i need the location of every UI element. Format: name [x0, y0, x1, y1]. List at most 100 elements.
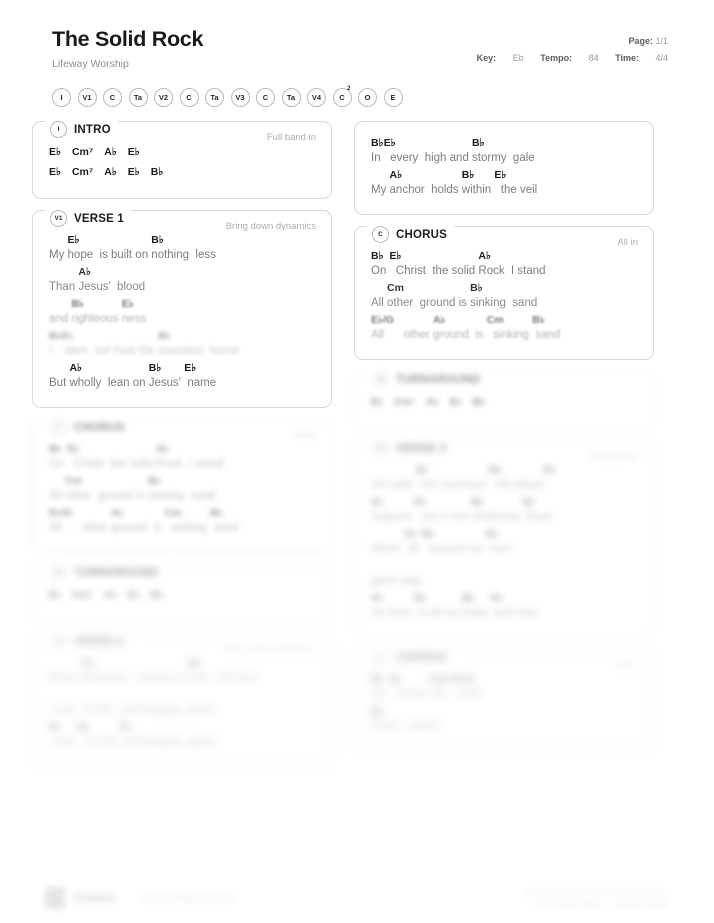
- chord: E♭: [49, 145, 61, 158]
- chord: [49, 656, 82, 670]
- chord: A♭: [371, 591, 384, 604]
- section-legend: Ta TURNAROUND: [45, 562, 166, 583]
- lyric: not trust the: [90, 344, 159, 357]
- arrangement-pill-i[interactable]: I: [52, 87, 71, 107]
- chord-lyric-pair: B♭ hope: [462, 591, 491, 621]
- chord-lyric-pair: other: [72, 506, 111, 536]
- chord: B♭: [150, 588, 164, 601]
- section-badge: V3: [372, 440, 389, 458]
- chord: E♭/G: [371, 313, 395, 326]
- arrangement-pill-v2[interactable]: V2: [154, 87, 173, 107]
- chord: A♭: [478, 249, 491, 262]
- chord-lyric-pair: not trust the: [91, 329, 158, 359]
- lyric: ground: [111, 521, 151, 534]
- chord-lyric-line: When A♭ all B♭ around my E♭ soul: [371, 527, 637, 557]
- lyric: on His: [77, 735, 120, 748]
- section-chorus-left: C CHORUS All in B♭ On E♭ Christ the solid…: [32, 417, 332, 553]
- chord-lyric-pair: All: [49, 474, 65, 504]
- chord-lyric-pair: E♭ soul: [486, 527, 510, 557]
- lyric: darkness: [82, 671, 133, 684]
- footer-url[interactable]: www.worshipcharts.com: [142, 893, 233, 903]
- chord: [429, 249, 478, 263]
- lyric: Jesus': [78, 280, 114, 293]
- chord-lyric-pair: E♭: [128, 587, 140, 604]
- chord: [107, 442, 156, 456]
- arrangement-pill-ta[interactable]: Ta: [281, 87, 301, 107]
- chord: Cm: [486, 313, 504, 326]
- chord-lyric-pair: gale: [510, 136, 535, 166]
- lyric: around my: [422, 542, 487, 555]
- chord-lyric-line: B♭ On E♭ Christ Cm⁷ the E♭/G solid: [371, 672, 637, 702]
- section-body: Bring down dynamics When E♭ darkness seem…: [32, 632, 332, 767]
- section-title: CHORUS: [396, 228, 448, 241]
- chord-lyric-pair: is built on: [96, 233, 151, 263]
- chord: [49, 265, 78, 279]
- arrangement-pill-v3[interactable]: V3: [230, 87, 250, 107]
- chord: [105, 361, 149, 375]
- music-meta: Key: Eb Tempo: 84 Time: 4/4: [463, 50, 668, 67]
- section-note: All in: [617, 236, 638, 248]
- chord-lyric-pair: E♭ flood: [523, 495, 551, 525]
- chord: E♭: [494, 168, 507, 181]
- chord: E♭: [414, 495, 427, 508]
- arrangement-pill-v1[interactable]: V1: [77, 87, 97, 107]
- chord-lyric-line: E♭ Cm⁷ A♭ E♭ B♭: [49, 587, 315, 605]
- chord: A♭: [156, 442, 169, 455]
- arrangement-pill-e[interactable]: E: [383, 87, 403, 107]
- lyric: ground is: [94, 489, 149, 502]
- lyric: His oath: [371, 478, 417, 491]
- chord: [114, 265, 145, 279]
- arrangement-pill-c[interactable]: C: [179, 87, 199, 107]
- section-note: Full band in: [266, 131, 316, 143]
- section-badge: Ta: [372, 371, 389, 389]
- chord: E♭: [371, 395, 383, 408]
- chord-lyric-pair: When: [49, 656, 82, 686]
- chord: [49, 297, 71, 311]
- arrangement-pill-ta[interactable]: Ta: [128, 87, 148, 107]
- lyric: stormy: [472, 151, 510, 164]
- section-legend: C CHORUS: [45, 417, 133, 438]
- page-value: 1/1: [655, 36, 668, 46]
- lyric: soul: [486, 542, 511, 555]
- lyric: holds: [427, 183, 462, 196]
- chord: [371, 281, 387, 295]
- chord-lyric-pair: A♭ wholly: [69, 361, 104, 391]
- lyric: sinking: [164, 521, 211, 534]
- lyric: ground is: [416, 296, 471, 309]
- chord-lyric-pair: gives way: [371, 559, 422, 589]
- arrangement-pill-c[interactable]: C: [256, 87, 275, 107]
- chord: Cm: [386, 281, 404, 294]
- arrangement-pill-v4[interactable]: V4: [307, 87, 326, 107]
- chord: [394, 313, 433, 327]
- arrangement-pill-ta[interactable]: Ta: [205, 87, 224, 107]
- section-badge: V2: [50, 633, 67, 651]
- chord-lyric-pair: A♭: [104, 144, 117, 161]
- chord: [49, 361, 69, 375]
- pill-label: I: [60, 92, 63, 102]
- chord: A♭: [111, 506, 124, 519]
- chord-lyric-pair: E♭ I rest: [49, 720, 78, 750]
- arrangement-pill-c[interactable]: C: [103, 87, 122, 107]
- chord-lyric-pair: B♭: [151, 164, 164, 181]
- pill-label: C: [186, 92, 192, 102]
- page-label: Page:: [628, 36, 653, 46]
- lyric: within: [461, 183, 495, 196]
- chord-lyric-pair: B♭ hide: [188, 656, 213, 686]
- chord-lyric-pair: E♭: [544, 463, 556, 493]
- chord-lyric-line: B♭ On E♭ Christ the solid A♭ Rock I stand: [49, 442, 315, 472]
- chord-lyric-pair: B♭ sinking: [148, 474, 187, 504]
- section-body: Bring down dynamics My E♭ hope is built o…: [32, 209, 332, 408]
- chord-lyric-line: My E♭ hope is built on B♭ nothing less: [49, 233, 315, 263]
- chord-lyric-pair: other: [394, 313, 433, 343]
- lyric: other: [72, 521, 112, 534]
- chord-lyric-pair: E♭ Christ: [68, 442, 108, 472]
- chord-lyric-pair: His oath: [371, 463, 416, 493]
- arrangement-pill-c2[interactable]: C2: [332, 86, 352, 107]
- arrangement-pill-o[interactable]: O: [358, 87, 377, 107]
- lyric: blood: [113, 280, 146, 293]
- section-verse2: V2 VERSE 2 Bring down dynamics When E♭ da…: [32, 631, 332, 767]
- chord: B♭: [461, 168, 475, 181]
- lyric: I stand: [507, 264, 546, 277]
- chord-lyric-pair: E♭ hope: [68, 233, 97, 263]
- column-left: I INTRO Full band in E♭ Cm⁷ A♭ E♭ E♭ Cm⁷…: [32, 119, 332, 767]
